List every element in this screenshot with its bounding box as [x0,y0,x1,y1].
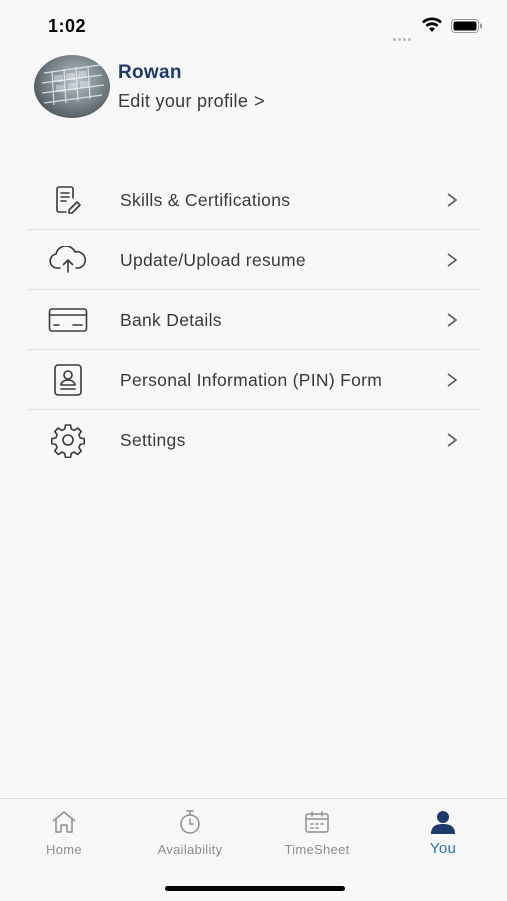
chevron-right-icon [447,312,458,327]
home-indicator [165,886,345,891]
tab-label: You [429,840,457,857]
cloud-upload-icon [48,245,88,275]
status-time: 1:02 [48,16,87,36]
gear-icon [48,423,88,458]
profile-header[interactable]: Rowan Edit your profile > [0,52,507,122]
menu-item-label: Skills & Certifications [120,189,291,210]
menu-item-personal-information-form[interactable]: Personal Information (PIN) Form [28,350,480,410]
wifi-icon [422,17,442,32]
profile-menu: Skills & Certifications Update/Upload re… [28,170,480,469]
chevron-right-icon [447,432,458,447]
status-bar: 1:02 [0,0,507,50]
edit-profile-link[interactable]: Edit your profile > [118,91,265,112]
menu-item-bank-details[interactable]: Bank Details [28,290,480,350]
tab-label: Availability [157,842,223,857]
tab-availability[interactable]: Availability [135,809,245,869]
chevron-right-icon: > [254,91,265,111]
avatar[interactable] [34,55,110,118]
menu-item-label: Bank Details [120,309,222,330]
person-icon [388,809,498,835]
menu-item-update-upload-resume[interactable]: Update/Upload resume [28,230,480,290]
battery-icon [451,19,482,33]
edit-profile-label: Edit your profile [118,91,249,111]
menu-item-label: Update/Upload resume [120,249,306,270]
tab-label: TimeSheet [284,842,350,857]
credit-card-icon [48,305,88,335]
timer-icon [135,809,245,835]
id-badge-icon [48,363,88,396]
chevron-right-icon [447,372,458,387]
tab-home[interactable]: Home [9,809,119,869]
profile-name: Rowan [118,62,182,83]
tab-timesheet[interactable]: TimeSheet [262,809,372,869]
calendar-icon [262,809,372,835]
menu-item-settings[interactable]: Settings [28,410,480,469]
cellular-signal-icon [393,28,415,41]
document-edit-icon [48,185,88,215]
chevron-right-icon [447,252,458,267]
menu-item-label: Settings [120,429,186,450]
chevron-right-icon [447,192,458,207]
menu-item-skills-certifications[interactable]: Skills & Certifications [28,170,480,230]
menu-item-label: Personal Information (PIN) Form [120,369,383,390]
tab-label: Home [46,842,82,857]
home-icon [9,809,119,835]
tab-you[interactable]: You [388,809,498,869]
